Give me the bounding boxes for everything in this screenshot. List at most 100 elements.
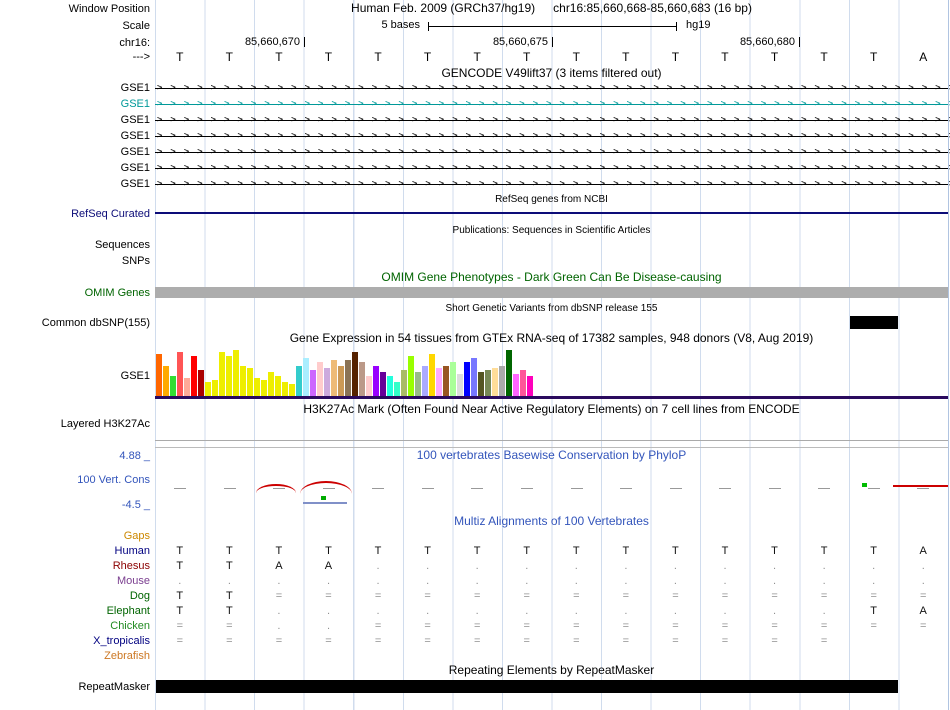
gtex-expression-bar[interactable]: [415, 372, 421, 396]
multiz-base: .: [773, 575, 777, 587]
gencode-item-label[interactable]: GSE1: [0, 161, 150, 175]
repeatmasker-element[interactable]: [156, 680, 898, 693]
gtex-expression-bar[interactable]: [366, 376, 372, 396]
gtex-expression-bar[interactable]: [247, 368, 253, 396]
multiz-base: .: [277, 605, 281, 617]
gencode-item[interactable]: >>>>>>>>>>>>>>>>>>>>>>>>>>>>>>>>>>>>>>>>…: [155, 177, 950, 191]
gtex-expression-bar[interactable]: [429, 354, 435, 396]
multiz-species-label[interactable]: Dog: [0, 589, 150, 603]
gtex-expression-bar[interactable]: [443, 366, 449, 396]
gtex-expression-bar[interactable]: [352, 352, 358, 396]
omim-track-label[interactable]: OMIM Genes: [0, 286, 150, 300]
gtex-expression-bar[interactable]: [506, 350, 512, 396]
dbsnp-variant[interactable]: [850, 316, 898, 329]
gtex-expression-bar[interactable]: [233, 350, 239, 396]
base-letter: T: [374, 50, 382, 64]
dbsnp-track-label[interactable]: Common dbSNP(155): [0, 316, 150, 330]
multiz-species-label[interactable]: Human: [0, 544, 150, 558]
phylop-zero-dash: [570, 488, 583, 489]
multiz-species-label[interactable]: Zebrafish: [0, 649, 150, 663]
gencode-item-label[interactable]: GSE1: [0, 81, 150, 95]
gtex-expression-bar[interactable]: [331, 360, 337, 396]
gtex-expression-bar[interactable]: [387, 376, 393, 396]
gtex-expression-bar[interactable]: [422, 366, 428, 396]
scale-bar-tick-left: [428, 22, 429, 31]
repeatmasker-track-label[interactable]: RepeatMasker: [0, 680, 150, 694]
gtex-expression-bar[interactable]: [499, 366, 505, 396]
gencode-item-label[interactable]: GSE1: [0, 97, 150, 111]
gtex-expression-bar[interactable]: [373, 366, 379, 396]
refseq-track-label[interactable]: RefSeq Curated: [0, 207, 150, 221]
gencode-item-label[interactable]: GSE1: [0, 145, 150, 159]
phylop-track-label[interactable]: 100 Vert. Cons: [0, 473, 150, 487]
gencode-item[interactable]: >>>>>>>>>>>>>>>>>>>>>>>>>>>>>>>>>>>>>>>>…: [155, 161, 950, 175]
gtex-expression-bar[interactable]: [457, 374, 463, 396]
omim-genes-bar[interactable]: [155, 287, 948, 298]
gencode-item[interactable]: >>>>>>>>>>>>>>>>>>>>>>>>>>>>>>>>>>>>>>>>…: [155, 129, 950, 143]
multiz-base: .: [376, 605, 380, 617]
multiz-species-label[interactable]: Rhesus: [0, 559, 150, 573]
gtex-expression-bar[interactable]: [450, 362, 456, 396]
gtex-expression-bar[interactable]: [240, 366, 246, 396]
gtex-expression-bar[interactable]: [212, 380, 218, 396]
gtex-expression-bar[interactable]: [191, 356, 197, 396]
gtex-expression-bar[interactable]: [492, 368, 498, 396]
snps-track-label[interactable]: SNPs: [0, 254, 150, 268]
gtex-expression-bar[interactable]: [296, 366, 302, 396]
gtex-expression-bar[interactable]: [184, 378, 190, 396]
h3k27ac-track-label[interactable]: Layered H3K27Ac: [0, 417, 150, 431]
gtex-expression-bar[interactable]: [303, 358, 309, 396]
gtex-expression-bar[interactable]: [177, 352, 183, 396]
gtex-expression-bar[interactable]: [408, 356, 414, 396]
gtex-expression-bar[interactable]: [513, 374, 519, 396]
multiz-species-label[interactable]: Chicken: [0, 619, 150, 633]
multiz-base: =: [820, 590, 828, 602]
refseq-curated-line[interactable]: [155, 212, 948, 214]
gtex-expression-bar[interactable]: [170, 376, 176, 396]
gtex-expression-bar[interactable]: [345, 360, 351, 396]
gtex-expression-bar[interactable]: [471, 358, 477, 396]
gencode-item[interactable]: >>>>>>>>>>>>>>>>>>>>>>>>>>>>>>>>>>>>>>>>…: [155, 113, 950, 127]
gtex-expression-bar[interactable]: [268, 372, 274, 396]
multiz-base: =: [226, 620, 233, 632]
multiz-species-label[interactable]: Elephant: [0, 604, 150, 618]
gtex-expression-bar[interactable]: [282, 382, 288, 396]
gtex-track-label[interactable]: GSE1: [0, 369, 150, 383]
gencode-item[interactable]: >>>>>>>>>>>>>>>>>>>>>>>>>>>>>>>>>>>>>>>>…: [155, 145, 950, 159]
gtex-expression-bar[interactable]: [527, 376, 533, 396]
gtex-expression-bar[interactable]: [478, 372, 484, 396]
sequences-track-label[interactable]: Sequences: [0, 238, 150, 252]
phylop-track-top-border: [155, 447, 948, 448]
gtex-expression-bar[interactable]: [289, 384, 295, 396]
gencode-item[interactable]: >>>>>>>>>>>>>>>>>>>>>>>>>>>>>>>>>>>>>>>>…: [155, 97, 950, 111]
gtex-expression-bar[interactable]: [317, 362, 323, 396]
gtex-expression-bar[interactable]: [310, 370, 316, 396]
gtex-expression-bar[interactable]: [338, 366, 344, 396]
gtex-expression-bar[interactable]: [226, 356, 232, 396]
gtex-expression-bar[interactable]: [198, 370, 204, 396]
gtex-expression-bar[interactable]: [261, 380, 267, 396]
strand-arrows: >>>>>>>>>>>>>>>>>>>>>>>>>>>>>>>>>>>>>>>>…: [157, 83, 950, 93]
gtex-expression-bar[interactable]: [464, 362, 470, 396]
gtex-expression-bar[interactable]: [156, 354, 162, 396]
gtex-expression-bar[interactable]: [219, 352, 225, 396]
gtex-expression-bar[interactable]: [205, 382, 211, 396]
gencode-item-label[interactable]: GSE1: [0, 113, 150, 127]
gtex-expression-bar[interactable]: [520, 370, 526, 396]
gtex-expression-bar[interactable]: [254, 378, 260, 396]
gencode-item-label[interactable]: GSE1: [0, 129, 150, 143]
multiz-species-label[interactable]: X_tropicalis: [0, 634, 150, 648]
gtex-expression-bar[interactable]: [380, 372, 386, 396]
gtex-gene-model-line[interactable]: [155, 396, 948, 399]
gtex-expression-bar[interactable]: [401, 370, 407, 396]
gtex-expression-bar[interactable]: [359, 362, 365, 396]
gencode-item[interactable]: >>>>>>>>>>>>>>>>>>>>>>>>>>>>>>>>>>>>>>>>…: [155, 81, 950, 95]
gtex-expression-bar[interactable]: [163, 366, 169, 396]
gtex-expression-bar[interactable]: [436, 368, 442, 396]
gtex-expression-bar[interactable]: [394, 382, 400, 396]
gtex-expression-bar[interactable]: [275, 376, 281, 396]
gtex-expression-bar[interactable]: [485, 370, 491, 396]
gtex-expression-bar[interactable]: [324, 368, 330, 396]
gencode-item-label[interactable]: GSE1: [0, 177, 150, 191]
multiz-species-label[interactable]: Mouse: [0, 574, 150, 588]
